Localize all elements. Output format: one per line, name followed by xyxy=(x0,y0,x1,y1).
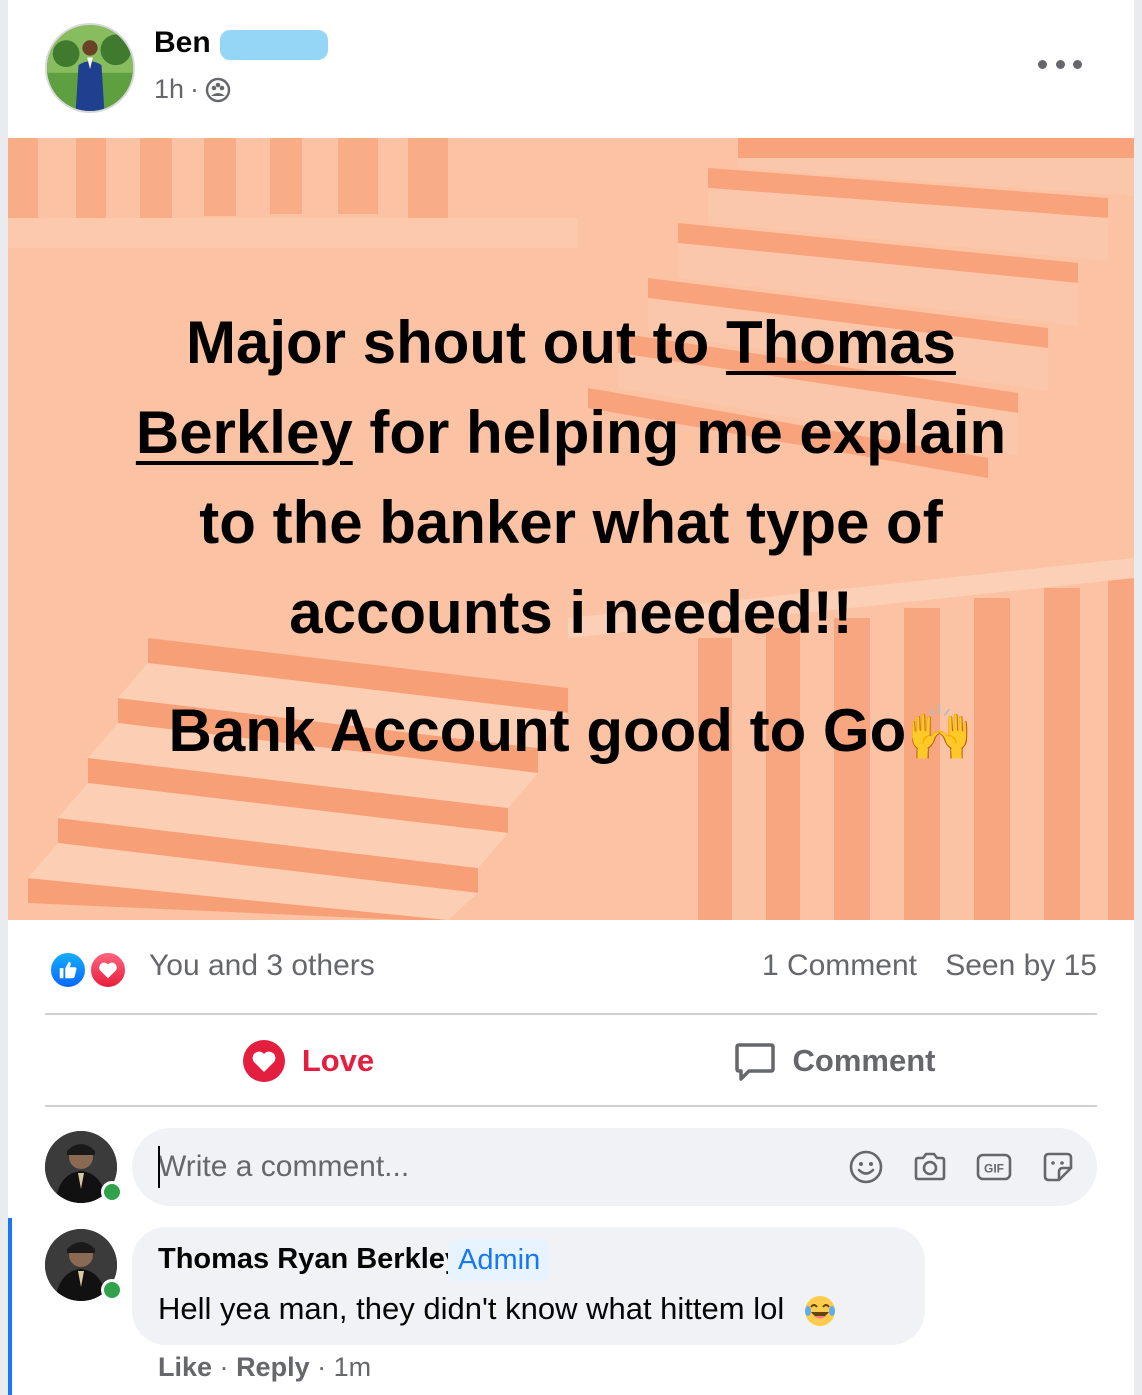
comment-label: Comment xyxy=(792,1043,936,1078)
post-text-segment: for helping me explain xyxy=(352,399,1007,466)
comment-button[interactable]: Comment xyxy=(571,1017,1097,1105)
post-text-line: accounts i needed!! xyxy=(289,579,853,646)
post-text-line: Bank Account good to Go🙌 xyxy=(8,686,1134,778)
meta-separator: · xyxy=(190,74,200,104)
seen-by-count[interactable]: Seen by 15 xyxy=(945,949,1097,983)
post-text: Major shout out to Thomas Berkley for he… xyxy=(8,298,1134,778)
post-timestamp[interactable]: 1h xyxy=(154,74,184,105)
comment-highlight-bar xyxy=(8,1218,12,1395)
post-card: Ben 1h · Major shout out to Thomas Berkl… xyxy=(8,0,1134,1395)
action-bar: Love Comment xyxy=(45,1017,1097,1105)
love-reaction-icon xyxy=(89,951,127,989)
love-icon xyxy=(242,1039,286,1083)
reactors-summary[interactable]: You and 3 others xyxy=(149,949,375,983)
online-status-indicator xyxy=(101,1279,123,1301)
love-button[interactable]: Love xyxy=(45,1017,571,1105)
divider xyxy=(45,1013,1097,1015)
composer-icons: GIF xyxy=(847,1148,1077,1188)
post-text-line: Berkley for helping me explain xyxy=(8,388,1134,478)
sticker-icon[interactable] xyxy=(1039,1148,1077,1186)
author-avatar[interactable] xyxy=(45,23,135,113)
name-redaction xyxy=(220,30,328,60)
love-label: Love xyxy=(301,1043,375,1078)
post-meta: 1h · xyxy=(154,74,231,105)
post-header: Ben 1h · xyxy=(8,0,1134,138)
camera-icon[interactable] xyxy=(911,1148,949,1186)
comment-time[interactable]: 1m xyxy=(334,1352,372,1382)
comment-reply-link[interactable]: Reply xyxy=(236,1352,310,1382)
comment-action-separator: · xyxy=(219,1352,229,1382)
comment-text: Hell yea man, they didn't know what hitt… xyxy=(158,1291,837,1328)
emoji-icon[interactable] xyxy=(847,1148,885,1186)
comment-action-separator: · xyxy=(317,1352,327,1382)
comment-text-content: Hell yea man, they didn't know what hitt… xyxy=(158,1291,785,1326)
text-caret xyxy=(158,1146,160,1188)
reaction-icons[interactable] xyxy=(45,949,135,989)
comment-composer: GIF xyxy=(132,1128,1097,1206)
commenter-name[interactable]: Thomas Ryan Berkley xyxy=(158,1243,461,1276)
divider xyxy=(45,1105,1097,1107)
comment-like-link[interactable]: Like xyxy=(158,1352,212,1382)
gif-icon[interactable]: GIF xyxy=(975,1148,1013,1186)
reactions-summary: You and 3 others 1 Comment Seen by 15 xyxy=(45,945,1097,995)
comment-actions: Like · Reply · 1m xyxy=(158,1352,371,1383)
online-status-indicator xyxy=(101,1181,123,1203)
like-reaction-icon xyxy=(49,951,87,989)
mention-link[interactable]: Berkley xyxy=(136,399,353,466)
post-text-line: Major shout out to Thomas xyxy=(8,298,1134,388)
more-options-icon[interactable] xyxy=(1038,48,1082,80)
post-text-segment: Bank Account good to Go xyxy=(168,697,907,764)
raising-hands-emoji: 🙌 xyxy=(906,701,974,764)
author-name[interactable]: Ben xyxy=(154,26,211,60)
post-text-segment: Major shout out to xyxy=(186,309,726,376)
comment-input[interactable] xyxy=(158,1144,798,1190)
admin-badge: Admin xyxy=(448,1239,551,1281)
comment-count[interactable]: 1 Comment xyxy=(762,949,917,983)
mention-link[interactable]: Thomas xyxy=(726,309,956,376)
comment-bubble: Thomas Ryan Berkley Admin Hell yea man, … xyxy=(132,1227,925,1345)
comment-icon xyxy=(733,1039,777,1083)
group-icon[interactable] xyxy=(205,77,231,103)
laughing-emoji-icon xyxy=(804,1295,835,1326)
post-background: Major shout out to Thomas Berkley for he… xyxy=(8,138,1134,920)
gif-label: GIF xyxy=(984,1162,1004,1176)
post-text-line: to the banker what type of xyxy=(199,489,943,556)
